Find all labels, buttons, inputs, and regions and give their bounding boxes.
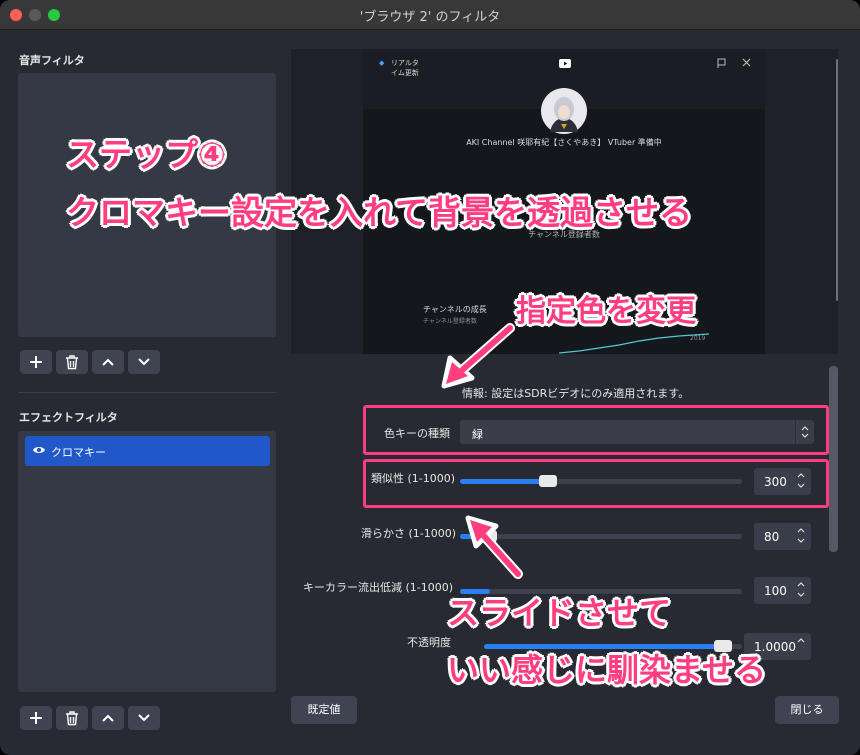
channel-name: AKI Channel 咲耶有紀【さくやあき】 VTuber 準備中 xyxy=(466,138,662,147)
close-icon xyxy=(742,58,751,67)
highlight-similarity-box xyxy=(363,459,829,508)
color-note-annotation: 指定色を変更 xyxy=(516,294,696,329)
move-effect-filter-up-button[interactable] xyxy=(92,706,124,730)
slide-note-annotation-1: スライドさせて xyxy=(447,594,672,632)
add-audio-filter-button[interactable] xyxy=(20,350,52,374)
growth-sparkline xyxy=(559,333,709,354)
chart-tick: 2019 xyxy=(690,335,706,342)
effect-filter-item[interactable]: クロマキー xyxy=(25,436,270,466)
defaults-button[interactable]: 既定値 xyxy=(291,696,357,724)
chevron-down-icon[interactable] xyxy=(797,538,805,544)
effect-filters-label: エフェクトフィルタ xyxy=(19,411,118,424)
smoothness-label: 滑らかさ (1-1000) xyxy=(361,527,457,540)
trash-icon xyxy=(66,710,78,725)
chevron-up-icon xyxy=(102,358,114,366)
filters-window: 'ブラウザ 2' のフィルタ 音声フィルタ エフェクトフィルタ クロマキー ◆ xyxy=(0,0,860,755)
move-audio-filter-up-button[interactable] xyxy=(92,350,124,374)
add-effect-filter-button[interactable] xyxy=(20,706,52,730)
audio-filters-label: 音声フィルタ xyxy=(19,54,85,67)
window-title: 'ブラウザ 2' のフィルタ xyxy=(359,10,501,25)
remove-effect-filter-button[interactable] xyxy=(56,706,88,730)
chevron-down-icon xyxy=(138,714,150,722)
title-bar: 'ブラウザ 2' のフィルタ xyxy=(0,0,860,30)
opacity-label: 不透明度 xyxy=(407,636,451,649)
effect-filters-list xyxy=(18,431,276,692)
properties-scrollbar[interactable] xyxy=(829,366,838,552)
youtube-icon xyxy=(559,59,571,68)
move-audio-filter-down-button[interactable] xyxy=(128,350,160,374)
remove-audio-filter-button[interactable] xyxy=(56,350,88,374)
spill-reduction-value: 100 xyxy=(764,584,787,598)
effect-filter-name: クロマキー xyxy=(51,446,106,459)
plus-icon xyxy=(30,712,42,724)
step-description-annotation: クロマキー設定を入れて背景を透過させる xyxy=(66,193,693,232)
step-annotation: ステップ④ xyxy=(66,135,226,174)
preview-scrollbar[interactable] xyxy=(836,59,838,301)
slide-note-annotation-2: いい感じに馴染ませる xyxy=(447,651,767,689)
chevron-up-icon[interactable] xyxy=(797,581,805,587)
avatar xyxy=(541,88,587,134)
highlight-key-color-box xyxy=(363,405,829,455)
spill-reduction-label: キーカラー流出低減 (1-1000) xyxy=(303,581,454,594)
live-dot-icon: ◆ xyxy=(379,59,385,67)
arrow-to-slider xyxy=(465,515,523,579)
arrow-to-color-type xyxy=(441,323,515,389)
growth-label: チャンネルの成長 xyxy=(423,305,487,314)
spill-reduction-spinbox[interactable]: 100 xyxy=(754,577,811,604)
divider xyxy=(18,392,276,393)
smoothness-spinbox[interactable]: 80 xyxy=(754,523,811,550)
move-effect-filter-down-button[interactable] xyxy=(128,706,160,730)
chevron-down-icon xyxy=(138,358,150,366)
live-update-label: リアルタイム更新 xyxy=(391,59,419,77)
flag-icon xyxy=(717,58,726,68)
plus-icon xyxy=(30,356,42,368)
smoothness-value: 80 xyxy=(764,530,780,544)
chevron-up-icon[interactable] xyxy=(797,527,805,533)
trash-icon xyxy=(66,354,78,369)
chevron-up-icon xyxy=(102,714,114,722)
chevron-down-icon[interactable] xyxy=(797,592,805,598)
close-button[interactable]: 閉じる xyxy=(775,696,839,724)
chevron-up-icon[interactable] xyxy=(797,637,805,643)
eye-icon[interactable] xyxy=(32,444,46,456)
